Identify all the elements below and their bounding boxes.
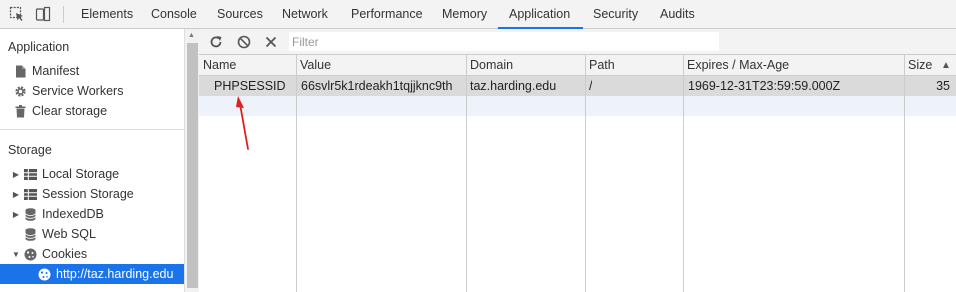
expand-arrow-icon[interactable]: ▶ xyxy=(10,210,22,219)
cookie-icon xyxy=(22,247,38,261)
tab-elements[interactable]: Elements xyxy=(81,0,133,29)
expand-arrow-icon[interactable]: ▶ xyxy=(10,190,22,199)
sidebar-item-label: Web SQL xyxy=(42,227,96,241)
sidebar-item-label: http://taz.harding.edu xyxy=(56,267,174,281)
sidebar-section-storage: Storage xyxy=(8,143,52,157)
sidebar-item-service-workers[interactable]: Service Workers xyxy=(12,81,123,101)
sidebar-item-label: IndexedDB xyxy=(42,207,104,221)
cookies-toolbar xyxy=(199,29,956,55)
sidebar-item-label: Manifest xyxy=(32,64,80,78)
cookie-size-cell: 35 xyxy=(936,79,950,93)
cookie-path-cell: / xyxy=(589,79,593,93)
tab-application[interactable]: Application xyxy=(498,0,583,29)
sidebar-item-local-storage[interactable]: ▶ Local Storage xyxy=(10,164,119,184)
document-icon xyxy=(12,64,28,78)
table-row-empty xyxy=(199,96,956,116)
annotation-arrow-icon xyxy=(236,96,249,150)
column-header-path[interactable]: Path xyxy=(585,55,615,76)
sort-ascending-icon[interactable]: ▲ xyxy=(937,55,951,76)
grid-icon xyxy=(22,167,38,181)
application-sidebar: Application Manifest Service Workers Cle… xyxy=(0,29,184,292)
sidebar-item-label: Session Storage xyxy=(42,187,134,201)
scroll-up-icon[interactable]: ▲ xyxy=(188,32,195,39)
sidebar-item-label: Cookies xyxy=(42,247,88,261)
collapse-arrow-icon[interactable]: ▼ xyxy=(10,250,22,259)
refresh-icon[interactable] xyxy=(207,33,225,51)
database-icon xyxy=(22,207,38,221)
sidebar-section-application: Application xyxy=(8,40,70,54)
sidebar-scrollbar[interactable]: ▲ xyxy=(184,29,199,292)
database-icon xyxy=(22,227,38,241)
sidebar-item-label: Clear storage xyxy=(32,104,108,118)
close-icon[interactable] xyxy=(262,33,280,51)
toolbar-divider xyxy=(63,6,64,23)
sidebar-item-cookie-origin[interactable]: http://taz.harding.edu xyxy=(0,264,184,284)
expand-arrow-icon[interactable]: ▶ xyxy=(10,170,22,179)
sidebar-item-web-sql[interactable]: Web SQL xyxy=(10,224,96,244)
scrollbar-thumb[interactable] xyxy=(187,43,198,288)
sidebar-item-indexeddb[interactable]: ▶ IndexedDB xyxy=(10,204,104,224)
device-toolbar-icon[interactable] xyxy=(34,5,52,23)
tab-sources[interactable]: Sources xyxy=(217,0,263,29)
tab-security[interactable]: Security xyxy=(593,0,638,29)
grid-icon xyxy=(22,187,38,201)
tab-console[interactable]: Console xyxy=(151,0,197,29)
column-header-domain[interactable]: Domain xyxy=(466,55,513,76)
devtools-tab-bar: Elements Console Sources Network Perform… xyxy=(0,0,956,29)
column-header-name[interactable]: Name xyxy=(199,55,236,76)
gear-icon xyxy=(12,84,28,98)
sidebar-item-cookies[interactable]: ▼ Cookies xyxy=(10,244,87,264)
cookies-table: Name Value Domain Path Expires / Max-Age… xyxy=(199,55,956,292)
filter-input[interactable] xyxy=(289,32,719,51)
block-icon[interactable] xyxy=(235,33,253,51)
sidebar-item-label: Service Workers xyxy=(32,84,124,98)
tab-performance[interactable]: Performance xyxy=(351,0,423,29)
tab-audits[interactable]: Audits xyxy=(660,0,695,29)
column-header-value[interactable]: Value xyxy=(296,55,331,76)
sidebar-item-clear-storage[interactable]: Clear storage xyxy=(12,101,107,121)
cookie-domain-cell: taz.harding.edu xyxy=(470,79,557,93)
cookie-expires-cell: 1969-12-31T23:59:59.000Z xyxy=(688,79,841,93)
sidebar-item-label: Local Storage xyxy=(42,167,120,181)
column-header-size[interactable]: Size xyxy=(904,55,932,76)
tab-memory[interactable]: Memory xyxy=(442,0,487,29)
cookie-value-cell: 66svlr5k1rdeakh1tqjjknc9th xyxy=(301,79,453,93)
column-header-expires[interactable]: Expires / Max-Age xyxy=(683,55,789,76)
inspect-element-icon[interactable] xyxy=(8,5,26,23)
sidebar-item-manifest[interactable]: Manifest xyxy=(12,61,79,81)
tab-network[interactable]: Network xyxy=(282,0,328,29)
sidebar-item-session-storage[interactable]: ▶ Session Storage xyxy=(10,184,134,204)
cookie-icon xyxy=(36,267,52,281)
trash-icon xyxy=(12,104,28,118)
sidebar-divider xyxy=(0,129,184,130)
